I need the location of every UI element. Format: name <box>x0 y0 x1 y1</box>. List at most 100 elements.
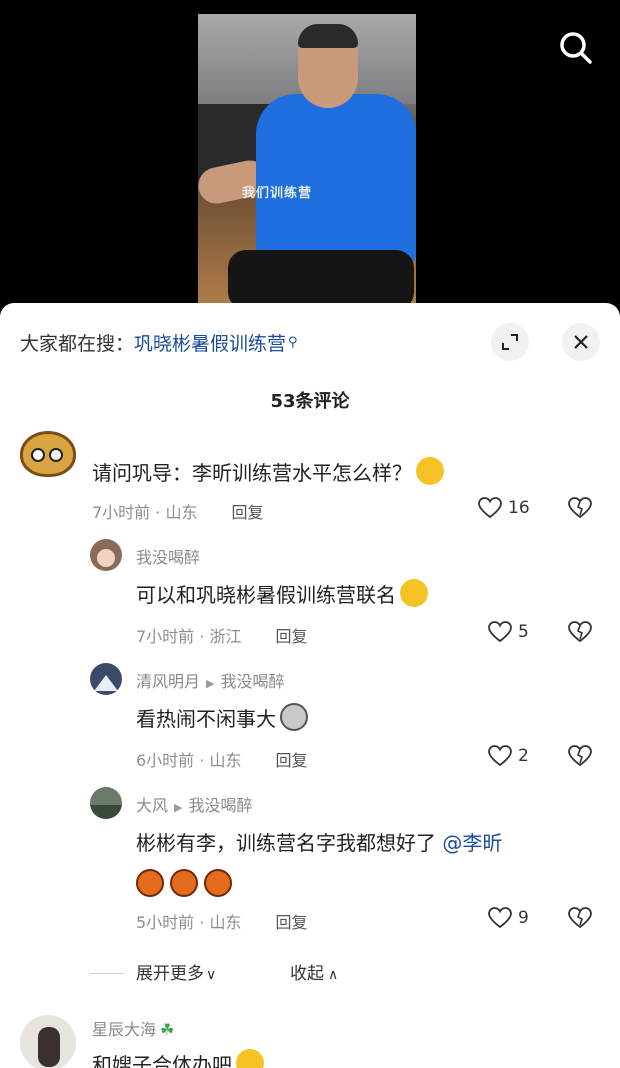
avatar-face <box>97 549 115 567</box>
video-player[interactable]: 我们训练营 <box>0 0 620 305</box>
comment-meta: 6小时前 · 山东 回复 <box>136 747 307 771</box>
dog-emoji-icon <box>280 703 308 731</box>
like-button[interactable]: 9 <box>488 907 529 929</box>
comment-username: 清风明月 ▶ 我没喝醉 <box>136 668 285 692</box>
comment-item: 星辰大海 ☘ 和嫂子合体办吧 <box>0 1013 620 1068</box>
comment-time: 7小时前 · 山东 <box>92 503 198 522</box>
chevron-up-icon: ∧ <box>328 967 339 983</box>
avatar-eye-left <box>31 448 45 462</box>
comment-meta: 7小时前 · 山东 回复 <box>92 499 263 523</box>
like-count: 5 <box>518 622 529 642</box>
heart-icon <box>478 497 502 519</box>
dislike-button[interactable] <box>568 745 592 771</box>
sheet-header: 大家都在搜：巩晓彬暑假训练营 ⚲ <box>0 303 620 381</box>
comment-text-content: 可以和巩晓彬暑假训练营联名 <box>136 583 396 607</box>
broken-heart-icon <box>568 907 592 929</box>
comment-text-content: 请问巩导：李昕训练营水平怎么样？ <box>92 461 412 485</box>
avatar[interactable] <box>20 1015 76 1068</box>
reply-button[interactable]: 回复 <box>231 503 263 522</box>
heart-icon <box>488 745 512 767</box>
suggestion-prefix: 大家都在搜： <box>20 333 135 355</box>
reply-author[interactable]: 大风 <box>136 796 168 815</box>
reply-arrow-icon: ▶ <box>174 801 183 814</box>
comment-item: 请问巩导：李昕训练营水平怎么样？ 7小时前 · 山东 回复 16 <box>0 429 620 529</box>
reply-item: 我没喝醉 可以和巩晓彬暑假训练营联名 7小时前 · 浙江 回复 5 <box>0 539 620 649</box>
avatar-figure <box>38 1027 60 1067</box>
comment-meta: 7小时前 · 浙江 回复 <box>136 623 307 647</box>
broken-heart-icon <box>568 497 592 519</box>
comment-username: 大风 ▶ 我没喝醉 <box>136 792 253 816</box>
basketball-emoji-icon <box>136 869 164 897</box>
suggestion-search-icon: ⚲ <box>288 335 298 350</box>
reply-target[interactable]: 我没喝醉 <box>220 672 284 691</box>
grin-emoji-icon <box>236 1049 264 1068</box>
video-frame[interactable]: 我们训练营 <box>198 14 416 305</box>
comment-time: 5小时前 · 山东 <box>136 913 242 932</box>
comment-username[interactable]: 我没喝醉 <box>136 544 200 568</box>
comment-username-text[interactable]: 星辰大海 <box>92 1020 156 1039</box>
like-count: 16 <box>508 498 530 518</box>
comment-text: 彬彬有李，训练营名字我都想好了 @李昕 <box>136 827 502 856</box>
comment-text: 和嫂子合体办吧 <box>92 1049 264 1068</box>
like-count: 9 <box>518 908 529 928</box>
dislike-button[interactable] <box>568 497 592 523</box>
heart-icon <box>488 907 512 929</box>
reply-button[interactable]: 回复 <box>275 627 307 646</box>
collapse-button[interactable]: 收起 ∧ <box>290 959 338 984</box>
emoji-row <box>136 869 238 901</box>
search-icon <box>560 32 592 64</box>
collapse-label: 收起 <box>290 964 324 984</box>
like-button[interactable]: 5 <box>488 621 529 643</box>
like-button[interactable]: 2 <box>488 745 529 767</box>
close-sheet-button[interactable] <box>562 323 600 361</box>
avatar[interactable] <box>90 787 122 819</box>
avatar[interactable] <box>90 539 122 571</box>
basketball-emoji-icon <box>170 869 198 897</box>
avatar-eye-right <box>49 448 63 462</box>
expand-more-button[interactable]: 展开更多 ∨ <box>90 959 216 984</box>
like-button[interactable]: 16 <box>478 497 530 519</box>
expand-label: 展开更多 <box>136 964 204 984</box>
video-caption: 我们训练营 <box>242 186 313 201</box>
smirk-emoji-icon <box>400 579 428 607</box>
comment-username: 星辰大海 ☘ <box>92 1016 174 1040</box>
mention-link[interactable]: @李昕 <box>442 831 502 855</box>
comment-sheet: 大家都在搜：巩晓彬暑假训练营 ⚲ 53条评论 请问巩导：李昕训练营水平怎么样？ 7… <box>0 303 620 1068</box>
basketball-emoji-icon <box>204 869 232 897</box>
reply-button[interactable]: 回复 <box>275 751 307 770</box>
reply-button[interactable]: 回复 <box>275 913 307 932</box>
clover-icon: ☘ <box>160 1020 175 1039</box>
video-person-shorts <box>228 250 414 305</box>
comment-meta: 5小时前 · 山东 回复 <box>136 909 307 933</box>
comment-count: 53条评论 <box>270 391 350 412</box>
search-suggestion[interactable]: 大家都在搜：巩晓彬暑假训练营 ⚲ <box>20 329 298 356</box>
video-person-shirt <box>256 94 416 264</box>
avatar-landscape <box>90 805 122 819</box>
dislike-button[interactable] <box>568 907 592 933</box>
video-person-hair <box>298 24 358 48</box>
comment-time: 6小时前 · 山东 <box>136 751 242 770</box>
broken-heart-icon <box>568 745 592 767</box>
expand-icon <box>502 334 518 350</box>
broken-heart-icon <box>568 621 592 643</box>
expand-sheet-button[interactable] <box>491 323 529 361</box>
comment-text-content: 看热闹不闲事大 <box>136 707 276 731</box>
comment-text: 看热闹不闲事大 <box>136 703 308 732</box>
close-icon <box>574 335 588 349</box>
reply-item: 大风 ▶ 我没喝醉 彬彬有李，训练营名字我都想好了 @李昕 5小时前 · 山东 回复 … <box>0 787 620 947</box>
like-count: 2 <box>518 746 529 766</box>
laughing-emoji-icon <box>416 457 444 485</box>
avatar[interactable] <box>20 431 76 477</box>
heart-icon <box>488 621 512 643</box>
divider <box>90 973 124 974</box>
suggestion-keyword[interactable]: 巩晓彬暑假训练营 <box>134 333 286 355</box>
comment-text: 请问巩导：李昕训练营水平怎么样？ <box>92 457 444 486</box>
dislike-button[interactable] <box>568 621 592 647</box>
search-button[interactable] <box>556 28 596 68</box>
avatar[interactable] <box>90 663 122 695</box>
comment-text-content: 和嫂子合体办吧 <box>92 1053 232 1068</box>
reply-author[interactable]: 清风明月 <box>136 672 200 691</box>
comment-text-content: 彬彬有李，训练营名字我都想好了 <box>136 831 436 855</box>
reply-target[interactable]: 我没喝醉 <box>188 796 252 815</box>
comment-text: 可以和巩晓彬暑假训练营联名 <box>136 579 428 608</box>
